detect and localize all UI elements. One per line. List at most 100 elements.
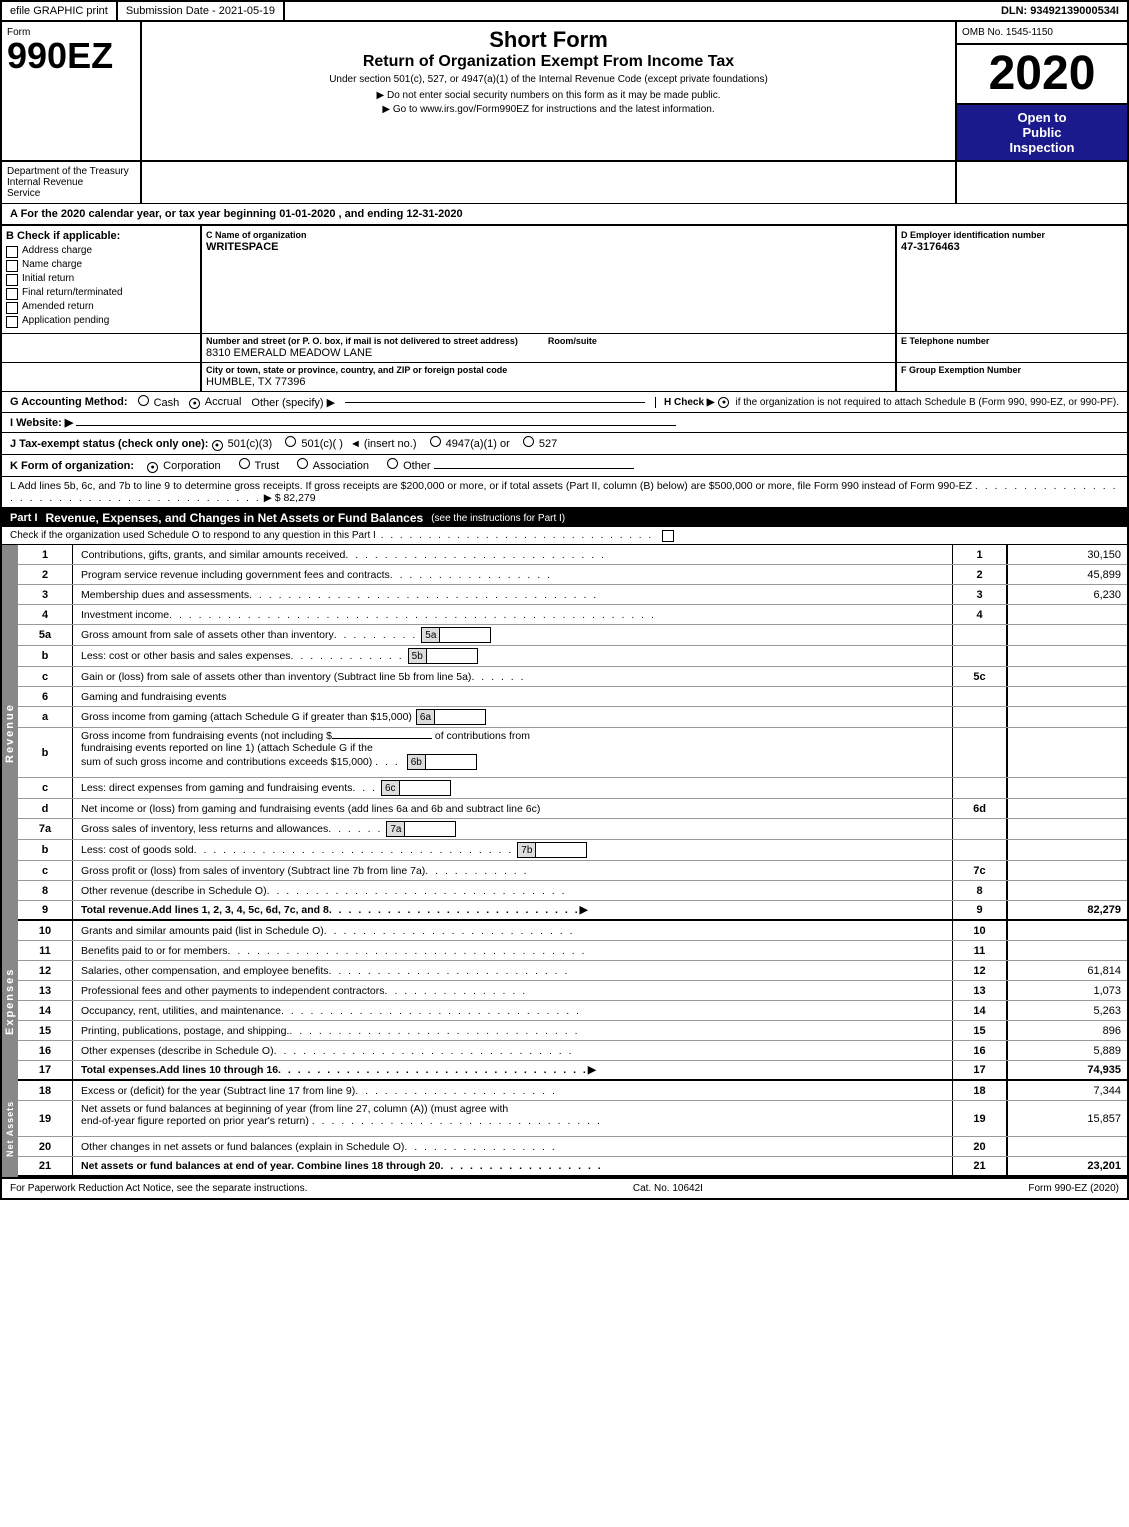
accrual-radio[interactable] [189,398,200,409]
row-8-linenum: 8 [952,881,1007,900]
final-checkbox[interactable] [6,288,18,300]
part-i-checkbox[interactable] [662,530,674,542]
expenses-section: Expenses 10 Grants and similar amounts p… [2,921,1127,1081]
checkbox-initial[interactable]: Initial return [6,273,196,286]
j-insert: ◄ (insert no.) [350,438,420,450]
city-row: City or town, state or province, country… [2,363,1127,392]
k-other: Other [387,460,434,472]
address-checkbox[interactable] [6,246,18,258]
g-label: G Accounting Method: [10,396,128,408]
row-6d-linenum: 6d [952,799,1007,818]
j-501c3-radio[interactable] [212,440,223,451]
row-7b-value [1007,840,1127,860]
form-ref: Form 990-EZ (2020) [1028,1183,1119,1194]
section-i: I Website: ▶ [2,413,1127,433]
k-other-radio[interactable] [387,458,398,469]
row-13-num: 13 [18,981,73,1000]
row-6a-value [1007,707,1127,727]
checkbox-name[interactable]: Name charge [6,259,196,272]
row-20-num: 20 [18,1137,73,1156]
row-5b-desc: Less: cost or other basis and sales expe… [73,646,952,666]
row-3-num: 3 [18,585,73,604]
row-19-value: 15,857 [1007,1101,1127,1136]
row-6b-num: b [18,728,73,777]
row-5b: b Less: cost or other basis and sales ex… [18,646,1127,667]
row-14-num: 14 [18,1001,73,1020]
row-13-desc: Professional fees and other payments to … [73,981,952,1000]
name-checkbox[interactable] [6,260,18,272]
row-11-value [1007,941,1127,960]
street-value: 8310 EMERALD MEADOW LANE [206,347,518,359]
k-corp-radio[interactable] [147,462,158,473]
row-5c-linenum: 5c [952,667,1007,686]
section-k: K Form of organization: Corporation Trus… [2,455,1127,477]
row-20-linenum: 20 [952,1137,1007,1156]
org-name: WRITESPACE [206,241,891,253]
j-527-radio[interactable] [523,436,534,447]
row-5c: c Gain or (loss) from sale of assets oth… [18,667,1127,687]
expenses-content: 10 Grants and similar amounts paid (list… [18,921,1127,1081]
row-6c: c Less: direct expenses from gaming and … [18,778,1127,799]
phone-label: E Telephone number [901,336,1123,346]
part-i-title: Revenue, Expenses, and Changes in Net As… [46,511,424,525]
k-assoc-radio[interactable] [297,458,308,469]
top-bar: efile GRAPHIC print Submission Date - 20… [2,2,1127,22]
row-14: 14 Occupancy, rent, utilities, and maint… [18,1001,1127,1021]
checkbox-address[interactable]: Address charge [6,245,196,258]
row-14-desc: Occupancy, rent, utilities, and maintena… [73,1001,952,1020]
row-9: 9 Total revenue. Add lines 1, 2, 3, 4, 5… [18,901,1127,921]
row-16-desc: Other expenses (describe in Schedule O) … [73,1041,952,1060]
row-7c-linenum: 7c [952,861,1007,880]
row-3-value: 6,230 [1007,585,1127,604]
row-8-desc: Other revenue (describe in Schedule O) .… [73,881,952,900]
row-19-linenum: 19 [952,1101,1007,1136]
revenue-label: Revenue [2,545,18,921]
row-5c-num: c [18,667,73,686]
group-label: F Group Exemption Number [901,365,1123,375]
application-checkbox[interactable] [6,316,18,328]
d-label: D Employer identification number [901,230,1123,240]
row-19-num: 19 [18,1101,73,1136]
center-header: Short Form Return of Organization Exempt… [142,22,957,160]
row-11-desc: Benefits paid to or for members . . . . … [73,941,952,960]
row-8: 8 Other revenue (describe in Schedule O)… [18,881,1127,901]
j-4947-radio[interactable] [430,436,441,447]
row-11-num: 11 [18,941,73,960]
row-13: 13 Professional fees and other payments … [18,981,1127,1001]
row-3-desc: Membership dues and assessments . . . . … [73,585,952,604]
initial-checkbox[interactable] [6,274,18,286]
revenue-section: Revenue 1 Contributions, gifts, grants, … [2,545,1127,921]
checkbox-amended[interactable]: Amended return [6,301,196,314]
row-2-num: 2 [18,565,73,584]
address-right: E Telephone number [897,334,1127,362]
section-a: A For the 2020 calendar year, or tax yea… [2,204,1127,226]
dept3: Service [7,188,135,199]
row-16-value: 5,889 [1007,1041,1127,1060]
open-to-public-block: Open to Public Inspection [957,105,1127,160]
row-17-value: 74,935 [1007,1061,1127,1079]
h-check[interactable] [718,397,729,408]
open-to-label: Open to [1017,110,1066,125]
section-b-label: B Check if applicable: [6,230,196,242]
dept1: Department of the Treasury [7,166,135,177]
row-15-value: 896 [1007,1021,1127,1040]
checkbox-application[interactable]: Application pending [6,315,196,328]
checkbox-final[interactable]: Final return/terminated [6,287,196,300]
row-6c-value [1007,778,1127,798]
address-mid: Number and street (or P. O. box, if mail… [202,334,897,362]
row-6c-num: c [18,778,73,798]
row-6-num: 6 [18,687,73,706]
k-trust-radio[interactable] [239,458,250,469]
revenue-content: 1 Contributions, gifts, grants, and simi… [18,545,1127,921]
amended-checkbox[interactable] [6,302,18,314]
application-label: Application pending [22,315,109,326]
row-8-value [1007,881,1127,900]
row-6a: a Gross income from gaming (attach Sched… [18,707,1127,728]
cat-no: Cat. No. 10642I [633,1183,703,1194]
dept-section: Department of the Treasury Internal Reve… [2,162,1127,204]
j-501c-radio[interactable] [285,436,296,447]
row-10-num: 10 [18,921,73,940]
k-corp: Corporation [147,460,224,472]
cash-radio[interactable] [138,395,149,406]
l-arrow: ▶ $ [264,492,281,504]
